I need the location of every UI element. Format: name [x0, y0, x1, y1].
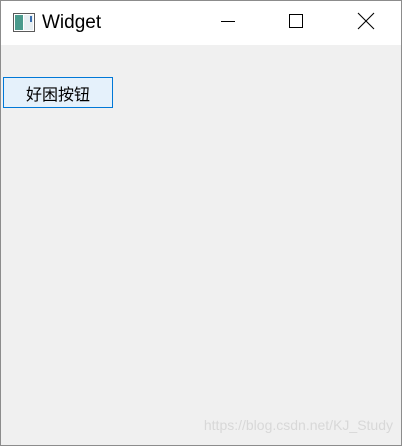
client-area: 好困按钮 https://blog.csdn.net/KJ_Study [1, 45, 401, 445]
window-title: Widget [42, 12, 102, 33]
app-icon [13, 13, 35, 32]
maximize-icon [288, 13, 304, 33]
sleepy-button[interactable]: 好困按钮 [3, 77, 113, 108]
close-icon [357, 12, 375, 34]
title-bar[interactable]: Widget [1, 1, 401, 45]
maximize-button[interactable] [273, 1, 319, 45]
app-window: Widget 好困按钮 https://blog.csdn.net/KJ_Stu… [0, 0, 402, 446]
minimize-button[interactable] [205, 1, 251, 45]
close-button[interactable] [343, 1, 389, 45]
watermark-text: https://blog.csdn.net/KJ_Study [203, 417, 393, 433]
minimize-icon [220, 13, 236, 33]
